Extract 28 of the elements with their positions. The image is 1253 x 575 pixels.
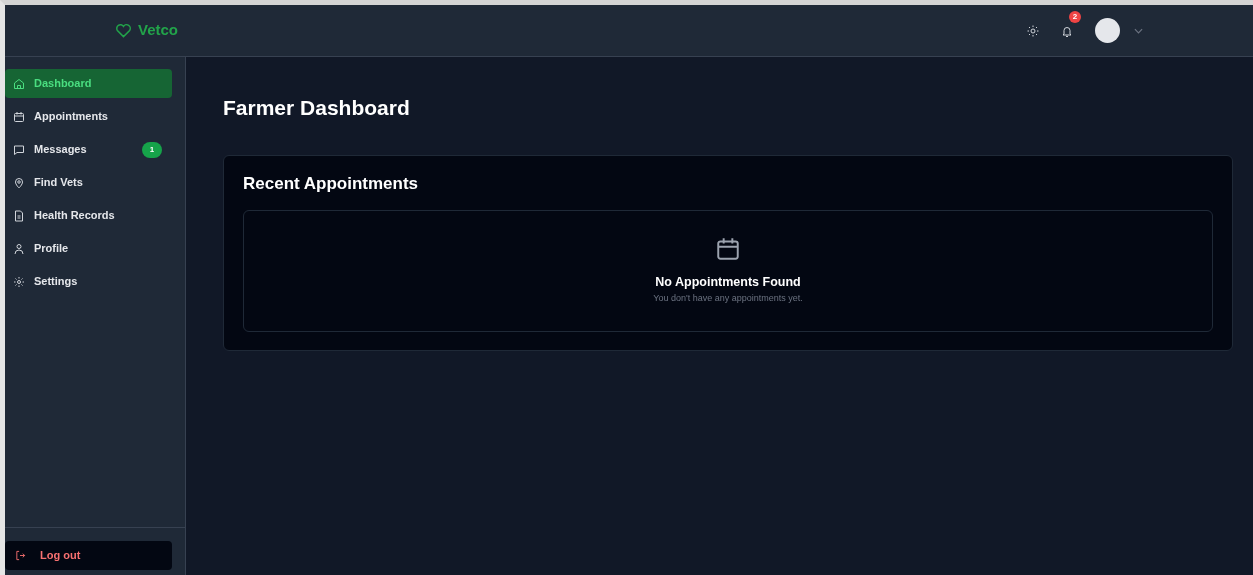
home-icon bbox=[13, 77, 25, 90]
sidebar-item[interactable]: Health Records bbox=[5, 201, 172, 230]
card-title: Recent Appointments bbox=[243, 174, 420, 195]
notification-badge: 2 bbox=[1069, 10, 1081, 23]
user-icon bbox=[13, 242, 25, 255]
document-icon bbox=[13, 209, 25, 222]
sidebar-item[interactable]: Find Vets bbox=[5, 168, 172, 197]
calendar-icon bbox=[13, 110, 25, 123]
chevron-down-icon[interactable] bbox=[1134, 27, 1143, 34]
brand-name[interactable]: Vetco bbox=[137, 19, 178, 42]
chat-bubble-icon bbox=[13, 143, 25, 156]
avatar[interactable] bbox=[1095, 18, 1120, 43]
gear-icon bbox=[13, 275, 25, 288]
sidebar-item[interactable]: Messages 1 bbox=[5, 135, 172, 164]
logout-icon bbox=[15, 550, 26, 561]
page-title: Farmer Dashboard bbox=[223, 95, 411, 121]
location-pin-icon bbox=[13, 176, 25, 189]
bell-icon[interactable] bbox=[1061, 24, 1073, 38]
empty-text: You don't have any appointments yet. bbox=[653, 292, 803, 306]
sidebar-item[interactable]: Profile bbox=[5, 234, 172, 263]
logout-button[interactable]: Log out bbox=[5, 541, 172, 570]
sidebar-item[interactable]: Appointments bbox=[5, 102, 172, 131]
sidebar-item[interactable]: Settings bbox=[5, 267, 172, 296]
sun-icon[interactable] bbox=[1027, 24, 1039, 37]
empty-title: No Appointments Found bbox=[655, 274, 801, 292]
count-badge: 1 bbox=[142, 141, 162, 158]
heart-icon bbox=[114, 23, 132, 38]
sidebar-item[interactable]: Dashboard bbox=[5, 69, 172, 98]
